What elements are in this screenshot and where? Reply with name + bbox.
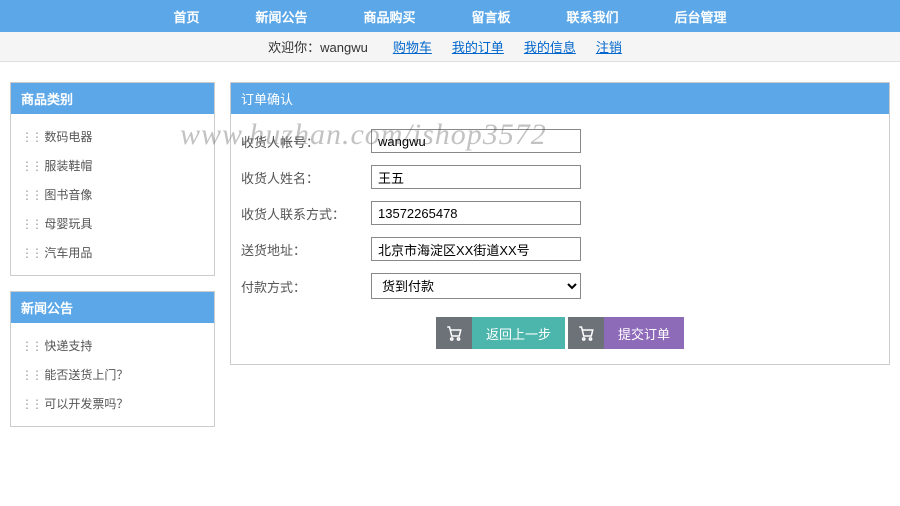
- link-cart[interactable]: 购物车: [393, 37, 432, 56]
- submit-button[interactable]: 提交订单: [568, 317, 684, 349]
- link-orders[interactable]: 我的订单: [452, 37, 504, 56]
- back-button-label: 返回上一步: [472, 317, 565, 349]
- sub-nav: 欢迎你：wangwu 购物车 我的订单 我的信息 注销: [0, 32, 900, 62]
- contact-input[interactable]: [371, 201, 581, 225]
- cart-icon: [568, 317, 604, 349]
- category-item[interactable]: 母婴玩具: [21, 209, 204, 238]
- payment-label: 付款方式：: [241, 277, 371, 296]
- nav-shop[interactable]: 商品购买: [335, 7, 443, 26]
- contact-label: 收货人联系方式：: [241, 204, 371, 223]
- category-item[interactable]: 汽车用品: [21, 238, 204, 267]
- nav-guestbook[interactable]: 留言板: [444, 7, 539, 26]
- link-logout[interactable]: 注销: [596, 37, 622, 56]
- nav-home[interactable]: 首页: [145, 7, 227, 26]
- news-title: 新闻公告: [11, 292, 214, 323]
- categories-title: 商品类别: [11, 83, 214, 114]
- nav-admin[interactable]: 后台管理: [647, 7, 755, 26]
- nav-contact[interactable]: 联系我们: [539, 7, 647, 26]
- cart-icon: [436, 317, 472, 349]
- category-item[interactable]: 服装鞋帽: [21, 151, 204, 180]
- account-label: 收货人帐号：: [241, 132, 371, 151]
- welcome-text: 欢迎你：wangwu: [268, 37, 368, 56]
- nav-news[interactable]: 新闻公告: [227, 7, 335, 26]
- news-item[interactable]: 可以开发票吗？: [21, 389, 204, 418]
- category-item[interactable]: 图书音像: [21, 180, 204, 209]
- news-item[interactable]: 能否送货上门？: [21, 360, 204, 389]
- categories-box: 商品类别 数码电器 服装鞋帽 图书音像 母婴玩具 汽车用品: [10, 82, 215, 276]
- address-input[interactable]: [371, 237, 581, 261]
- back-button[interactable]: 返回上一步: [436, 317, 565, 349]
- form-title: 订单确认: [231, 83, 889, 114]
- top-nav: 首页 新闻公告 商品购买 留言板 联系我们 后台管理: [0, 0, 900, 32]
- name-label: 收货人姓名：: [241, 168, 371, 187]
- name-input[interactable]: [371, 165, 581, 189]
- order-form-box: 订单确认 收货人帐号： 收货人姓名： 收货人联系方式： 送货地址：: [230, 82, 890, 365]
- news-box: 新闻公告 快递支持 能否送货上门？ 可以开发票吗？: [10, 291, 215, 427]
- link-profile[interactable]: 我的信息: [524, 37, 576, 56]
- category-item[interactable]: 数码电器: [21, 122, 204, 151]
- address-label: 送货地址：: [241, 240, 371, 259]
- news-item[interactable]: 快递支持: [21, 331, 204, 360]
- account-input[interactable]: [371, 129, 581, 153]
- submit-button-label: 提交订单: [604, 317, 684, 349]
- payment-select[interactable]: 货到付款: [371, 273, 581, 299]
